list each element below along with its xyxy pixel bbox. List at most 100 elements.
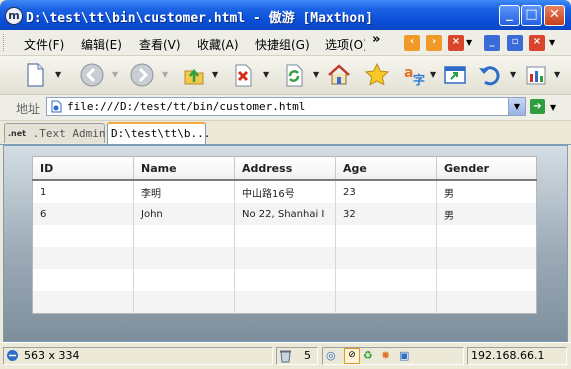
tab-menu-dropdown-icon[interactable]: ▼: [549, 38, 555, 47]
cell-name: 李明: [133, 180, 235, 203]
column-header-gender: Gender: [436, 156, 537, 181]
tools-icon[interactable]: [523, 62, 549, 88]
forward-icon[interactable]: [129, 62, 155, 88]
refresh-dropdown-icon[interactable]: ▼: [313, 70, 319, 79]
menu-view[interactable]: 查看(V): [139, 36, 181, 53]
go-icon[interactable]: ➔: [530, 99, 545, 114]
popup-block-icon[interactable]: ⊘: [344, 348, 360, 364]
table-row: [32, 269, 537, 291]
status-ip: 192.168.66.1: [467, 347, 567, 365]
cell-address: [234, 225, 336, 247]
open-window-icon[interactable]: [442, 62, 468, 88]
title-bar[interactable]: m D:\test\tt\bin\customer.html - 傲游 [Max…: [0, 0, 571, 30]
address-url: file:///D:/test/tt/bin/customer.html: [67, 100, 306, 113]
next-tab-icon[interactable]: ›: [426, 35, 442, 51]
address-input[interactable]: file:///D:/test/tt/bin/customer.html ▼: [46, 97, 526, 116]
menu-more-chevron[interactable]: »: [372, 32, 380, 47]
favorites-star-icon[interactable]: [364, 62, 390, 88]
cell-name: [133, 225, 235, 247]
tab-text-admin[interactable]: .net .Text Admin: [4, 123, 105, 143]
back-dropdown-icon[interactable]: ▼: [112, 70, 118, 79]
translate-dropdown-icon[interactable]: ▼: [430, 70, 436, 79]
new-page-icon[interactable]: [22, 62, 48, 88]
table-row: [32, 247, 537, 269]
cell-gender: [437, 225, 537, 247]
go-dropdown-icon[interactable]: ▼: [550, 103, 556, 112]
window-title: D:\test\tt\bin\customer.html - 傲游 [Maxth…: [26, 11, 373, 26]
cell-id: [32, 291, 134, 314]
menu-edit[interactable]: 编辑(E): [81, 36, 122, 53]
up-dropdown-icon[interactable]: ▼: [212, 70, 218, 79]
cell-age: [335, 225, 437, 247]
close-button[interactable]: ✕: [544, 5, 565, 26]
tab-label: D:\test\tt\b...: [111, 127, 211, 140]
cell-age: 32: [335, 203, 437, 225]
cell-name: [133, 269, 235, 291]
menu-groups[interactable]: 快捷组(G): [255, 36, 310, 53]
page-icon: [7, 350, 18, 361]
close-tab-dropdown-icon[interactable]: ▼: [466, 38, 472, 47]
status-count: 5: [276, 347, 318, 365]
page-file-icon: [51, 100, 62, 113]
maximize-button[interactable]: □: [521, 5, 542, 26]
cell-name: John: [133, 203, 235, 225]
cell-id: [32, 269, 134, 291]
tab-bar: .net .Text Admin D:\test\tt\b...: [0, 121, 571, 145]
new-page-dropdown-icon[interactable]: ▼: [55, 70, 61, 79]
status-ip-text: 192.168.66.1: [471, 349, 545, 362]
address-bar: 地址 file:///D:/test/tt/bin/customer.html …: [0, 95, 571, 121]
svg-text:字: 字: [413, 72, 425, 87]
menu-options[interactable]: 选项(O): [325, 36, 365, 53]
prev-tab-icon[interactable]: ‹: [404, 35, 420, 51]
tab-minimize-icon[interactable]: _: [484, 35, 500, 51]
status-tray: ◎ ⊘ ♻ ✸ ▣: [322, 347, 464, 365]
sun-icon[interactable]: ✸: [381, 348, 390, 364]
status-count-text: 5: [304, 349, 311, 362]
cell-age: [335, 247, 437, 269]
refresh-icon[interactable]: [281, 62, 307, 88]
minimize-button[interactable]: _: [499, 5, 520, 26]
column-header-id: ID: [32, 156, 134, 181]
tab-customer[interactable]: D:\test\tt\b...: [107, 122, 210, 144]
address-dropdown-icon[interactable]: ▼: [508, 98, 525, 115]
tab-close-icon[interactable]: ×: [529, 35, 545, 51]
globe-icon[interactable]: ◎: [326, 348, 336, 364]
stop-icon[interactable]: [230, 62, 256, 88]
table-row: [32, 225, 537, 247]
cell-gender: 男: [436, 203, 537, 225]
menu-grip: [3, 34, 7, 51]
menu-bar: 文件(F) 编辑(E) 查看(V) 收藏(A) 快捷组(G) 选项(O) » ‹…: [0, 30, 571, 56]
address-label: 地址: [16, 102, 41, 116]
close-tab-icon[interactable]: ×: [448, 35, 464, 51]
status-bar: 563 x 334 5 ◎ ⊘ ♻ ✸ ▣ 192.168.66.1: [0, 342, 571, 369]
cell-gender: [437, 269, 537, 291]
edit-page-icon[interactable]: ▣: [399, 348, 409, 364]
tab-restore-icon[interactable]: ▫: [507, 35, 523, 51]
menu-favorites[interactable]: 收藏(A): [197, 36, 239, 53]
undo-close-icon[interactable]: [477, 62, 503, 88]
forward-dropdown-icon[interactable]: ▼: [162, 70, 168, 79]
undo-close-dropdown-icon[interactable]: ▼: [510, 70, 516, 79]
cell-id: [32, 225, 134, 247]
cell-id: [32, 247, 134, 269]
status-dimensions: 563 x 334: [3, 347, 273, 365]
cell-gender: [436, 291, 537, 314]
trash-icon[interactable]: [279, 349, 292, 363]
menu-file[interactable]: 文件(F): [24, 36, 64, 53]
maxthon-icon[interactable]: m: [5, 7, 23, 25]
back-icon[interactable]: [79, 62, 105, 88]
tools-dropdown-icon[interactable]: ▼: [554, 70, 560, 79]
translate-icon[interactable]: a 字: [402, 62, 428, 88]
cell-id: 1: [32, 180, 134, 203]
cell-age: 23: [335, 180, 437, 203]
cell-address: [234, 269, 336, 291]
dotnet-icon: .net: [8, 129, 26, 138]
cell-name: [133, 291, 235, 314]
cell-gender: [436, 247, 537, 269]
up-folder-icon[interactable]: [181, 62, 207, 88]
home-icon[interactable]: [326, 62, 352, 88]
ad-hunter-icon[interactable]: ♻: [363, 348, 373, 364]
stop-dropdown-icon[interactable]: ▼: [263, 70, 269, 79]
customer-table: ID Name Address Age Gender 1 李明 中山路16号 2…: [32, 156, 537, 314]
tab-label: .Text Admin: [32, 127, 106, 140]
